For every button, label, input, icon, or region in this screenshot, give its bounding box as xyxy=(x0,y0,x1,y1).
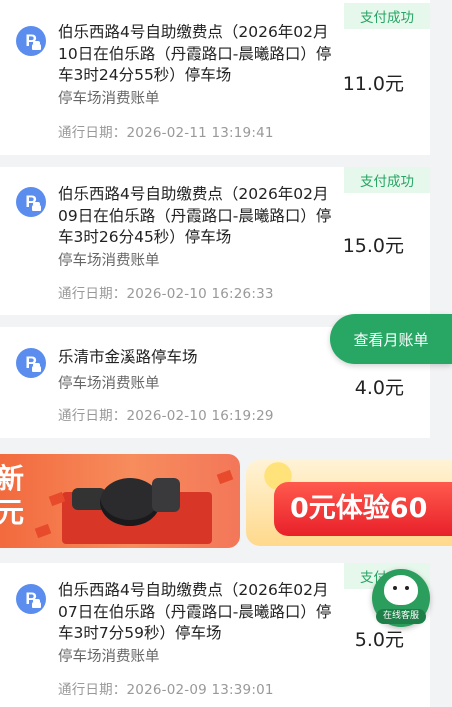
bill-subtitle: 停车场消费账单 xyxy=(58,91,160,107)
bill-date: 通行日期：2026-02-10 16:26:33 xyxy=(58,286,274,302)
speaker-image xyxy=(100,478,160,526)
bear-avatar-icon xyxy=(384,575,418,605)
promo-banner-right-text: 0元体验60 xyxy=(274,482,452,536)
promo-banner-speaker[interactable]: 新 元 xyxy=(0,454,240,548)
bill-card[interactable]: P 伯乐西路4号自助缴费点（2026年02月10日在伯乐路（丹霞路口-晨曦路口）… xyxy=(0,0,430,155)
promo-banner-carousel[interactable]: 新 元 0元体验60 xyxy=(0,450,452,555)
bill-card[interactable]: P 伯乐西路4号自助缴费点（2026年02月09日在伯乐路（丹霞路口-晨曦路口）… xyxy=(0,167,430,315)
bill-date: 通行日期：2026-02-11 13:19:41 xyxy=(58,125,274,141)
promo-banner-free-trial[interactable]: 0元体验60 xyxy=(246,460,452,546)
view-monthly-bill-button[interactable]: 查看月账单 xyxy=(330,314,452,364)
bill-title: 伯乐西路4号自助缴费点（2026年02月10日在伯乐路（丹霞路口-晨曦路口）停车… xyxy=(58,23,332,84)
payment-status-badge: 支付成功 xyxy=(344,3,430,29)
bill-date: 通行日期：2026-02-10 16:19:29 xyxy=(58,408,274,424)
parking-icon: P xyxy=(16,26,46,56)
bill-amount: 5.0元 xyxy=(354,629,404,651)
bill-title: 伯乐西路4号自助缴费点（2026年02月07日在伯乐路（丹霞路口-晨曦路口）停车… xyxy=(58,581,332,642)
parking-icon: P xyxy=(16,584,46,614)
bill-title: 乐清市金溪路停车场 xyxy=(58,348,198,366)
bill-amount: 11.0元 xyxy=(342,73,404,95)
bill-title: 伯乐西路4号自助缴费点（2026年02月09日在伯乐路（丹霞路口-晨曦路口）停车… xyxy=(58,185,332,246)
red-envelope-decoration xyxy=(34,523,52,539)
bill-amount: 4.0元 xyxy=(354,377,404,399)
customer-service-label: 在线客服 xyxy=(376,609,426,624)
bill-subtitle: 停车场消费账单 xyxy=(58,649,160,665)
device-image xyxy=(152,478,180,512)
red-envelope-decoration xyxy=(216,469,234,485)
parking-icon: P xyxy=(16,348,46,378)
promo-banner-left-text: 新 元 xyxy=(0,462,25,529)
bill-amount: 15.0元 xyxy=(342,235,404,257)
bill-card[interactable]: P 伯乐西路4号自助缴费点（2026年02月07日在伯乐路（丹霞路口-晨曦路口）… xyxy=(0,563,430,707)
bill-date: 通行日期：2026-02-09 13:39:01 xyxy=(58,682,274,698)
bill-subtitle: 停车场消费账单 xyxy=(58,376,160,392)
customer-service-button[interactable]: 在线客服 xyxy=(372,569,430,627)
parking-icon: P xyxy=(16,187,46,217)
payment-status-badge: 支付成功 xyxy=(344,167,430,193)
bill-subtitle: 停车场消费账单 xyxy=(58,253,160,269)
